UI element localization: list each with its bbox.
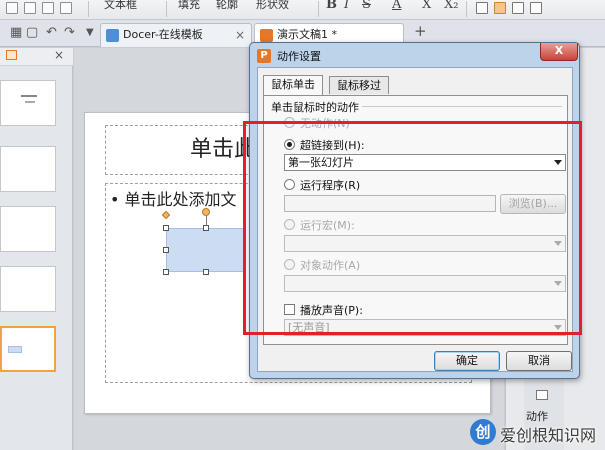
close-icon[interactable]: × <box>235 24 245 46</box>
watermark-logo-icon: 创 <box>470 419 496 445</box>
close-icon[interactable]: × <box>54 48 64 62</box>
tab-label: 演示文稿1 * <box>277 28 337 41</box>
redo-icon[interactable]: ↷ <box>64 25 75 40</box>
separator <box>318 1 319 17</box>
bold-button[interactable]: B <box>326 0 337 12</box>
align-left-icon[interactable] <box>476 2 488 14</box>
file-icon[interactable]: ▢ <box>26 25 38 40</box>
docer-icon <box>106 29 119 42</box>
watermark: 创 爱创根知识网 <box>470 416 605 450</box>
slide-thumbnail[interactable] <box>0 266 56 312</box>
ok-button[interactable]: 确定 <box>434 351 500 371</box>
selected-shape[interactable] <box>166 228 244 272</box>
print-icon[interactable] <box>42 2 54 14</box>
group-label: 单击鼠标时的动作 <box>271 99 362 115</box>
separator <box>466 1 467 17</box>
close-button[interactable]: X <box>540 43 578 61</box>
separator <box>166 1 167 17</box>
slide-thumbnail[interactable] <box>0 80 56 126</box>
new-tab-button[interactable]: + <box>414 22 427 40</box>
resize-handle[interactable] <box>163 269 169 275</box>
preview-icon[interactable] <box>60 2 72 14</box>
resize-handle[interactable] <box>163 225 169 231</box>
action-icon <box>536 390 548 400</box>
undo-icon[interactable]: ↶ <box>46 25 57 40</box>
strikethrough-button[interactable]: S <box>362 0 371 12</box>
justify-icon[interactable] <box>530 2 542 14</box>
outline-view-icon[interactable] <box>6 50 17 60</box>
pane-header: × <box>0 48 73 66</box>
text-box-button[interactable]: 文本框 <box>104 0 137 12</box>
separator <box>88 1 89 17</box>
highlight-annotation <box>243 121 582 335</box>
outline-button[interactable]: 轮廓 <box>216 0 238 12</box>
dialog-title: 动作设置 <box>277 50 321 63</box>
superscript-button[interactable]: X <box>422 0 431 12</box>
fill-button[interactable]: 填充 <box>178 0 200 12</box>
cancel-button[interactable]: 取消 <box>506 351 572 371</box>
font-color-button[interactable]: A <box>392 0 401 12</box>
slide-thumbnail-selected[interactable] <box>0 326 56 372</box>
resize-handle[interactable] <box>163 247 169 253</box>
shape-effect-button[interactable]: 形状效 <box>256 0 289 12</box>
italic-button[interactable]: I <box>344 0 349 12</box>
tab-label: Docer-在线模板 <box>123 28 203 41</box>
presentation-icon: P <box>257 49 271 63</box>
subscript-button[interactable]: X₂ <box>444 0 458 12</box>
resize-handle[interactable] <box>203 225 209 231</box>
slide-thumbnail[interactable] <box>0 206 56 252</box>
resize-handle[interactable] <box>203 269 209 275</box>
slide-thumbnail-pane: × <box>0 48 73 450</box>
slide-body-text: • 单击此处添加文 <box>110 190 237 209</box>
rotate-handle[interactable] <box>202 208 210 216</box>
slide-thumbnail[interactable] <box>0 146 56 192</box>
tab-docer-templates[interactable]: Docer-在线模板 × <box>100 23 252 47</box>
tab-mouse-click[interactable]: 鼠标单击 <box>263 75 323 95</box>
align-center-icon[interactable] <box>494 2 506 14</box>
watermark-text: 爱创根知识网 <box>500 426 597 445</box>
align-right-icon[interactable] <box>512 2 524 14</box>
group-divider <box>362 106 562 107</box>
tab-mouse-over[interactable]: 鼠标移过 <box>329 76 389 94</box>
paste-icon[interactable] <box>6 2 18 14</box>
chevron-down-icon[interactable]: ▼ <box>86 27 94 38</box>
thumb-text <box>21 95 37 97</box>
thumb-shape <box>8 346 22 353</box>
presentation-icon <box>260 29 273 42</box>
thumb-text <box>25 101 35 103</box>
copy-icon[interactable] <box>24 2 36 14</box>
ribbon: 文本框 填充 轮廓 形状效 B I S A X X₂ <box>0 0 605 20</box>
slides-icon[interactable]: ▦ <box>10 25 22 40</box>
